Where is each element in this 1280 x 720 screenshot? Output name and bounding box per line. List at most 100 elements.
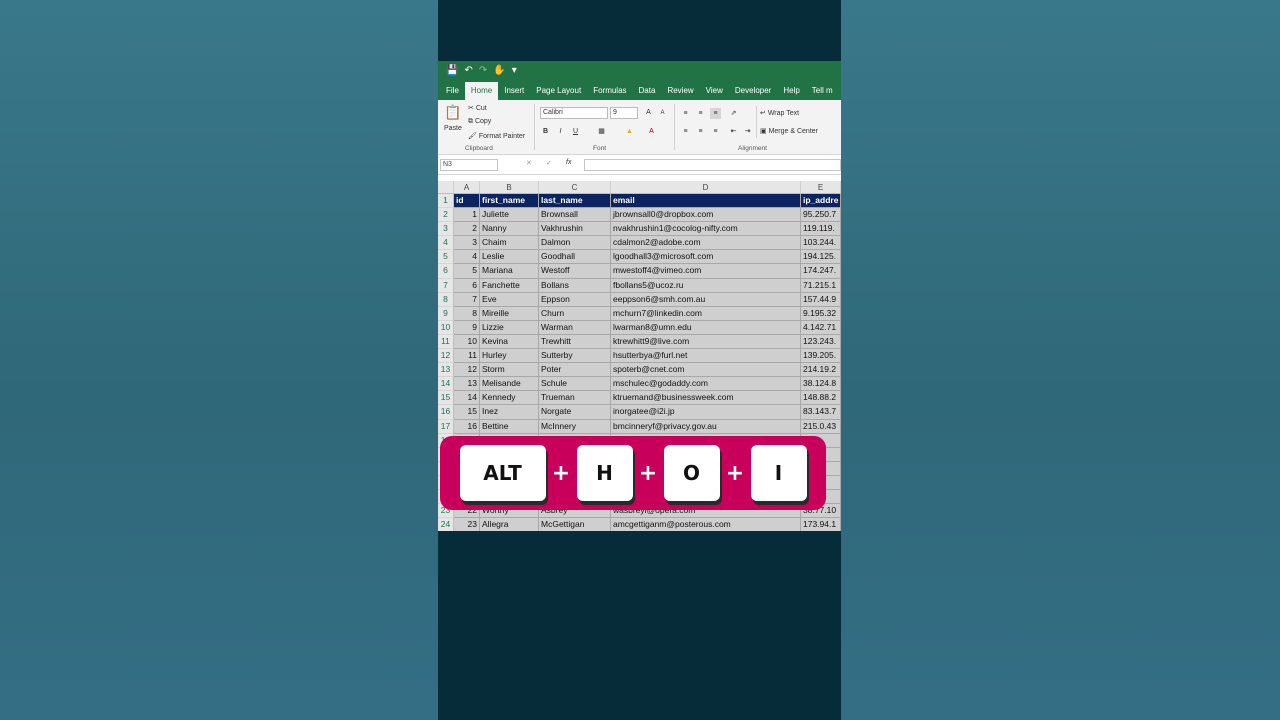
cut-button[interactable]: ✂ Cut — [468, 104, 487, 112]
cell[interactable]: 157.44.9 — [801, 292, 841, 307]
cell[interactable]: Mariana — [480, 264, 539, 279]
cell[interactable]: Goodhall — [539, 250, 611, 265]
cell[interactable]: 119.119. — [801, 222, 841, 237]
bold-button[interactable]: B — [540, 126, 551, 137]
row-number[interactable]: 3 — [438, 222, 454, 237]
cell[interactable]: Churn — [539, 306, 611, 321]
cell[interactable]: 83.143.7 — [801, 405, 841, 420]
cell[interactable]: 215.0.43 — [801, 419, 841, 434]
cell[interactable]: 23 — [454, 518, 480, 531]
align-center-icon[interactable]: ≡ — [695, 126, 706, 137]
font-size-select[interactable]: 9 — [610, 107, 638, 119]
cell[interactable]: 4.142.71 — [801, 320, 841, 335]
row-number[interactable]: 2 — [438, 208, 454, 223]
cell[interactable]: 15 — [454, 405, 480, 420]
insert-function-icon[interactable]: fx — [566, 159, 571, 166]
cell[interactable]: 71.215.1 — [801, 278, 841, 293]
column-header-c[interactable]: C — [539, 181, 611, 193]
cell[interactable]: inorgatee@i2i.jp — [611, 405, 801, 420]
orientation-icon[interactable]: ⇗ — [728, 108, 739, 119]
cell[interactable]: mwestoff4@vimeo.com — [611, 264, 801, 279]
cell[interactable]: Chaim — [480, 236, 539, 251]
cell[interactable]: Lizzie — [480, 320, 539, 335]
cell[interactable]: email — [611, 194, 801, 209]
align-middle-icon[interactable]: ≡ — [695, 108, 706, 119]
cell[interactable]: 9 — [454, 320, 480, 335]
decrease-indent-icon[interactable]: ⇤ — [728, 126, 739, 137]
cell[interactable]: hsutterbya@furl.net — [611, 349, 801, 364]
cell[interactable]: Schule — [539, 377, 611, 392]
cell[interactable]: Dalmon — [539, 236, 611, 251]
row-number[interactable]: 10 — [438, 320, 454, 335]
cell[interactable]: 139.205. — [801, 349, 841, 364]
cell[interactable]: Eppson — [539, 292, 611, 307]
cell[interactable]: Sutterby — [539, 349, 611, 364]
cell[interactable]: eeppson6@smh.com.au — [611, 292, 801, 307]
cell[interactable]: id — [454, 194, 480, 209]
select-all-corner[interactable] — [438, 181, 454, 193]
tab-formulas[interactable]: Formulas — [587, 82, 632, 100]
align-left-icon[interactable]: ≡ — [680, 126, 691, 137]
cell[interactable]: 2 — [454, 222, 480, 237]
cell[interactable]: 95.250.7 — [801, 208, 841, 223]
cell[interactable]: Allegra — [480, 518, 539, 531]
cell[interactable]: Kevina — [480, 334, 539, 350]
customize-qat-icon[interactable]: ▾ — [512, 65, 517, 76]
name-box[interactable]: N3 — [440, 159, 498, 171]
borders-icon[interactable]: ▦ — [596, 126, 607, 137]
row-number[interactable]: 12 — [438, 349, 454, 364]
row-number[interactable]: 7 — [438, 278, 454, 293]
cell[interactable]: lgoodhall3@microsoft.com — [611, 250, 801, 265]
cell[interactable]: 38.124.8 — [801, 377, 841, 392]
cell[interactable]: 6 — [454, 278, 480, 293]
row-number[interactable]: 9 — [438, 306, 454, 321]
cell[interactable]: 103.244. — [801, 236, 841, 251]
cell[interactable]: 16 — [454, 419, 480, 434]
fill-color-icon[interactable]: ▲ — [624, 126, 635, 137]
row-number[interactable]: 17 — [438, 419, 454, 434]
row-number[interactable]: 4 — [438, 236, 454, 251]
tab-data[interactable]: Data — [633, 82, 662, 100]
cell[interactable]: Juliette — [480, 208, 539, 223]
cell[interactable]: 194.125. — [801, 250, 841, 265]
cell[interactable]: ktruemand@businessweek.com — [611, 391, 801, 406]
tab-insert[interactable]: Insert — [498, 82, 530, 100]
cell[interactable]: mschulec@godaddy.com — [611, 377, 801, 392]
row-number[interactable]: 14 — [438, 377, 454, 392]
column-header-a[interactable]: A — [454, 181, 480, 193]
cell[interactable]: first_name — [480, 194, 539, 209]
row-number[interactable]: 15 — [438, 391, 454, 406]
cell[interactable]: Hurley — [480, 349, 539, 364]
cell[interactable]: fbollans5@ucoz.ru — [611, 278, 801, 293]
cell[interactable]: 12 — [454, 363, 480, 378]
cell[interactable]: Fanchette — [480, 278, 539, 293]
redo-icon[interactable]: ↷ — [479, 65, 487, 76]
cell[interactable]: 13 — [454, 377, 480, 392]
cell[interactable]: ktrewhitt9@live.com — [611, 334, 801, 350]
underline-button[interactable]: U — [570, 126, 581, 137]
tab-home[interactable]: Home — [464, 82, 499, 100]
font-name-select[interactable]: Calibri — [540, 107, 608, 119]
cell[interactable]: McInnery — [539, 419, 611, 434]
cell[interactable]: 1 — [454, 208, 480, 223]
align-bottom-icon[interactable]: ≡ — [710, 108, 721, 119]
cell[interactable]: mchurn7@linkedin.com — [611, 306, 801, 321]
cell[interactable]: Poter — [539, 363, 611, 378]
formula-input[interactable] — [584, 159, 841, 171]
align-top-icon[interactable]: ≡ — [680, 108, 691, 119]
cell[interactable]: 174.247. — [801, 264, 841, 279]
cell[interactable]: amcgettiganm@posterous.com — [611, 518, 801, 531]
row-number[interactable]: 11 — [438, 334, 454, 350]
cell[interactable]: 8 — [454, 306, 480, 321]
tab-view[interactable]: View — [700, 82, 729, 100]
cell[interactable]: 14 — [454, 391, 480, 406]
increase-indent-icon[interactable]: ⇥ — [742, 126, 753, 137]
paste-button[interactable]: Paste — [444, 125, 462, 132]
cell[interactable]: Eve — [480, 292, 539, 307]
cell[interactable]: McGettigan — [539, 518, 611, 531]
column-header-e[interactable]: E — [801, 181, 841, 193]
cell[interactable]: cdalmon2@adobe.com — [611, 236, 801, 251]
cell[interactable]: last_name — [539, 194, 611, 209]
paste-icon[interactable]: 📋 — [444, 104, 461, 121]
cell[interactable]: lwarman8@umn.edu — [611, 320, 801, 335]
